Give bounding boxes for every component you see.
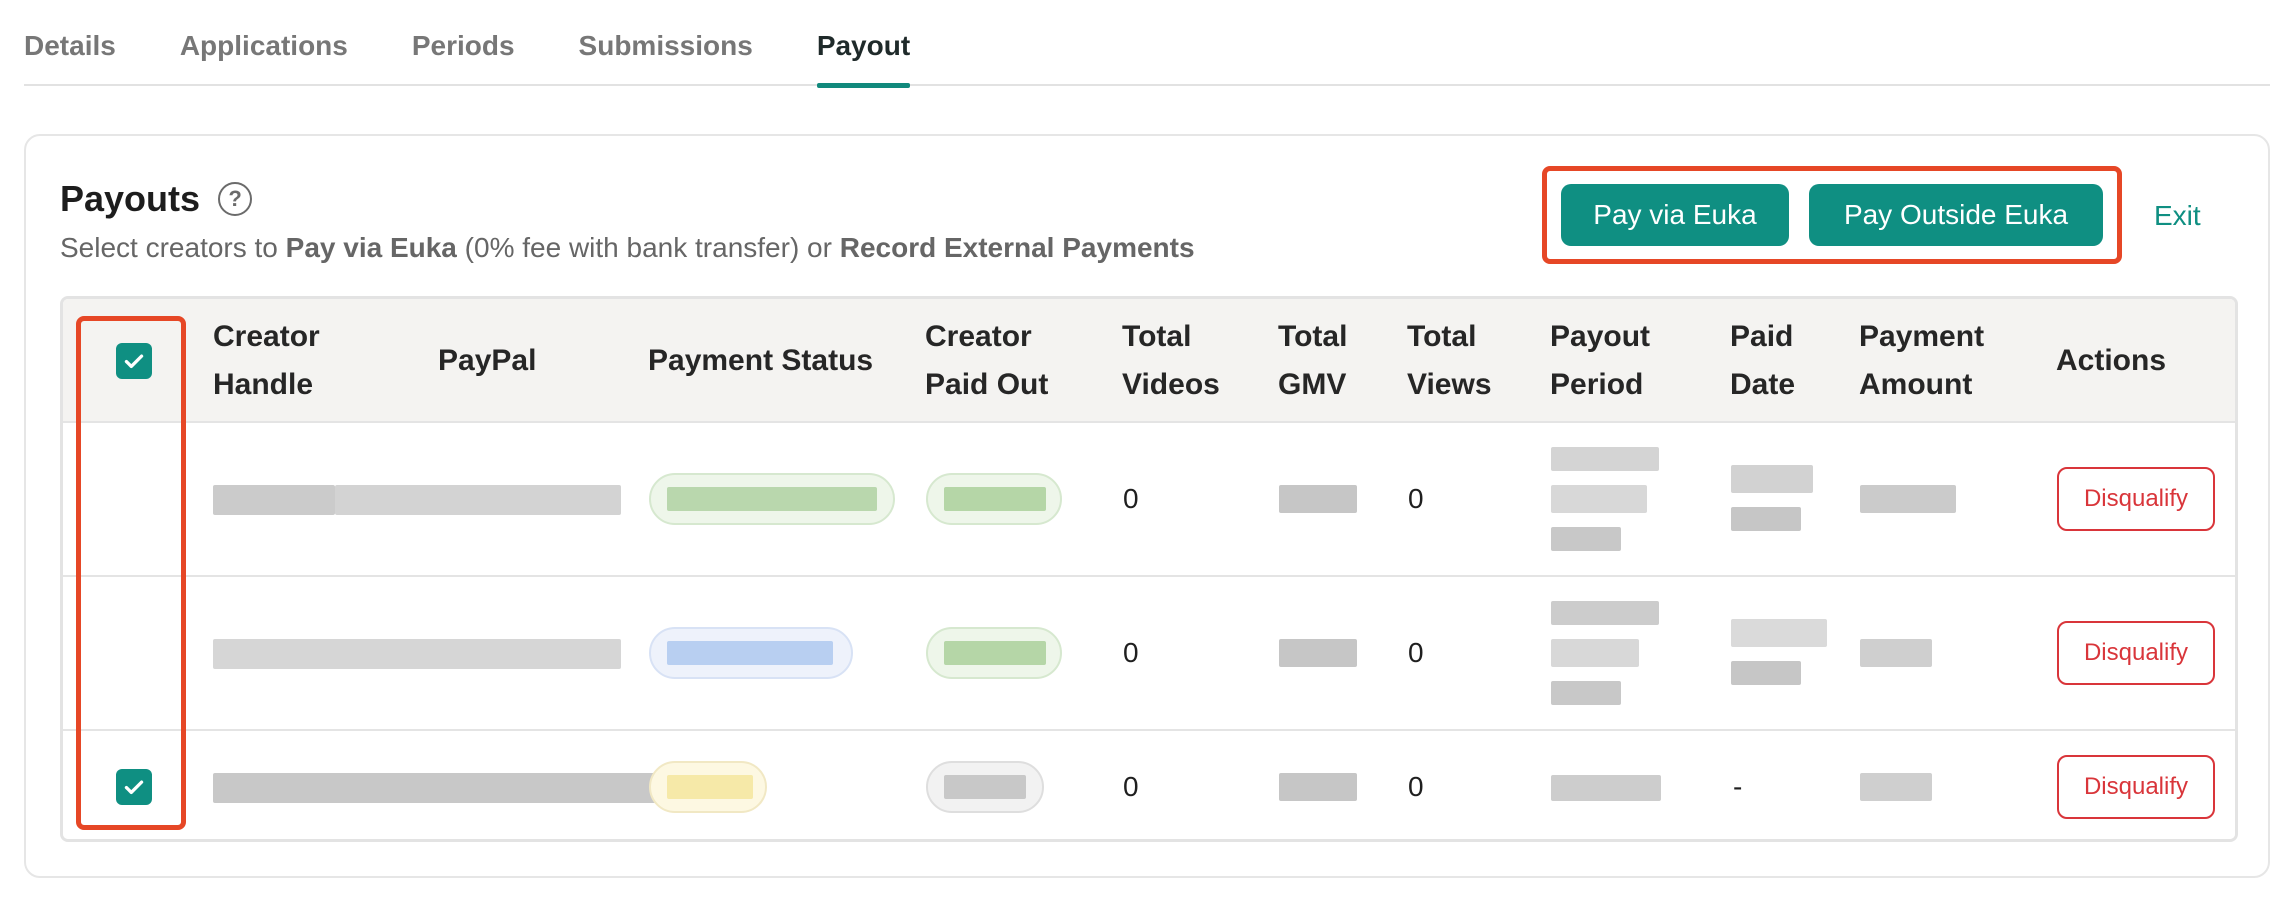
- table-row: 0 0 - Disqualify: [63, 731, 2235, 839]
- check-icon: [124, 780, 144, 795]
- disqualify-button[interactable]: Disqualify: [2057, 621, 2215, 685]
- header-total-videos[interactable]: Total Videos: [1122, 313, 1220, 409]
- header-paypal[interactable]: PayPal: [438, 337, 536, 385]
- disqualify-button[interactable]: Disqualify: [2057, 755, 2215, 819]
- subtitle-pay-via: Pay via Euka: [285, 232, 457, 263]
- payout-period-redacted: [1551, 775, 1661, 801]
- payment-amount-redacted: [1860, 485, 1956, 513]
- header-creator-paid-out-line1: Creator: [925, 320, 1032, 353]
- header-creator-handle-line1: Creator: [213, 320, 320, 353]
- paid-date-redacted-1: [1731, 465, 1813, 493]
- creator-paid-out-pill: [926, 627, 1062, 679]
- payment-status-pill: [649, 761, 767, 813]
- pay-via-euka-button[interactable]: Pay via Euka: [1561, 184, 1789, 246]
- tab-bar: Details Applications Periods Submissions…: [24, 0, 2270, 88]
- total-gmv-redacted: [1279, 639, 1357, 667]
- payment-status-pill: [649, 627, 853, 679]
- payment-amount-redacted: [1860, 639, 1932, 667]
- payout-period-redacted-1: [1551, 601, 1659, 625]
- paypal-redacted: [335, 485, 621, 515]
- payment-status-redacted: [667, 487, 877, 511]
- tab-details[interactable]: Details: [24, 0, 116, 86]
- subtitle-middle: (0% fee with bank transfer) or: [456, 232, 840, 263]
- card-subtitle: Select creators to Pay via Euka (0% fee …: [60, 232, 1195, 264]
- paid-date-value: -: [1733, 771, 1743, 802]
- paid-date-redacted-1: [1731, 619, 1827, 647]
- help-icon[interactable]: ?: [218, 182, 253, 216]
- payment-amount-redacted: [1860, 773, 1932, 801]
- total-views-value: 0: [1408, 483, 1424, 514]
- total-gmv-redacted: [1279, 485, 1357, 513]
- header-creator-paid-out[interactable]: Creator Paid Out: [925, 313, 1048, 409]
- header-actions: Actions: [2056, 344, 2167, 377]
- header-total-gmv[interactable]: Total GMV: [1278, 313, 1347, 409]
- payment-status-redacted: [667, 775, 753, 799]
- total-views-value: 0: [1408, 637, 1424, 668]
- page-title: Payouts: [60, 178, 201, 219]
- header-paid-date-line1: Paid: [1730, 320, 1794, 353]
- header-creator-paid-out-line2: Paid Out: [925, 368, 1049, 401]
- header-payout-period[interactable]: Payout Period: [1550, 313, 1650, 409]
- header-creator-handle-line2: Handle: [213, 368, 314, 401]
- payment-status-redacted: [667, 641, 833, 665]
- subtitle-prefix: Select creators to: [60, 232, 286, 263]
- payouts-table: Creator Handle PayPal Payment Status Cre…: [60, 296, 2238, 842]
- subtitle-record: Record External Payments: [839, 232, 1195, 263]
- card-header: Payouts ?: [60, 178, 253, 220]
- payment-status-pill: [649, 473, 895, 525]
- payout-period-redacted-3: [1551, 681, 1621, 705]
- pay-buttons-highlight: Pay via Euka Pay Outside Euka: [1542, 166, 2122, 264]
- tab-applications[interactable]: Applications: [180, 0, 348, 86]
- payout-period-redacted-1: [1551, 447, 1659, 471]
- header-total-videos-line1: Total: [1122, 320, 1192, 353]
- total-gmv-redacted: [1279, 773, 1357, 801]
- header-payout-period-line2: Period: [1550, 368, 1644, 401]
- creator-handle-redacted: [213, 773, 669, 803]
- check-icon: [124, 354, 144, 369]
- table-row: 0 0 Disqualify: [63, 577, 2235, 731]
- exit-link[interactable]: Exit: [2154, 200, 2201, 232]
- select-all-checkbox[interactable]: [116, 343, 152, 379]
- payout-period-redacted-2: [1551, 485, 1647, 513]
- total-views-value: 0: [1408, 771, 1424, 802]
- header-paid-date[interactable]: Paid Date: [1730, 313, 1795, 409]
- header-total-gmv-line2: GMV: [1278, 368, 1347, 401]
- tab-periods[interactable]: Periods: [412, 0, 515, 86]
- total-videos-value: 0: [1123, 483, 1139, 514]
- creator-handle-redacted: [213, 485, 335, 515]
- payout-period-redacted-3: [1551, 527, 1621, 551]
- header-total-views[interactable]: Total Views: [1407, 313, 1492, 409]
- creator-paid-out-redacted: [944, 775, 1026, 799]
- header-paid-date-line2: Date: [1730, 368, 1796, 401]
- header-payment-amount-line1: Payment: [1859, 320, 1985, 353]
- total-videos-value: 0: [1123, 637, 1139, 668]
- paid-date-redacted-2: [1731, 661, 1801, 685]
- payouts-card: Payouts ? Select creators to Pay via Euk…: [24, 134, 2270, 878]
- header-payment-status[interactable]: Payment Status: [648, 337, 873, 385]
- header-total-views-line2: Views: [1407, 368, 1492, 401]
- total-videos-value: 0: [1123, 771, 1139, 802]
- header-creator-handle[interactable]: Creator Handle: [213, 313, 320, 409]
- header-total-gmv-line1: Total: [1278, 320, 1348, 353]
- table-row: 0 0 Disqualify: [63, 423, 2235, 577]
- header-total-videos-line2: Videos: [1122, 368, 1220, 401]
- disqualify-button[interactable]: Disqualify: [2057, 467, 2215, 531]
- header-total-views-line1: Total: [1407, 320, 1477, 353]
- creator-handle-redacted: [213, 639, 621, 669]
- tab-payout[interactable]: Payout: [816, 0, 911, 88]
- pay-outside-euka-button[interactable]: Pay Outside Euka: [1809, 184, 2103, 246]
- paid-date-redacted-2: [1731, 507, 1801, 531]
- creator-paid-out-pill: [926, 761, 1044, 813]
- table-header: Creator Handle PayPal Payment Status Cre…: [63, 299, 2235, 423]
- row-checkbox[interactable]: [116, 769, 152, 805]
- creator-paid-out-redacted: [944, 487, 1046, 511]
- creator-paid-out-pill: [926, 473, 1062, 525]
- header-payout-period-line1: Payout: [1550, 320, 1651, 353]
- header-payment-amount[interactable]: Payment Amount: [1859, 313, 1984, 409]
- header-payment-amount-line2: Amount: [1859, 368, 1973, 401]
- payout-period-redacted-2: [1551, 639, 1639, 667]
- tab-submissions[interactable]: Submissions: [579, 0, 753, 86]
- creator-paid-out-redacted: [944, 641, 1046, 665]
